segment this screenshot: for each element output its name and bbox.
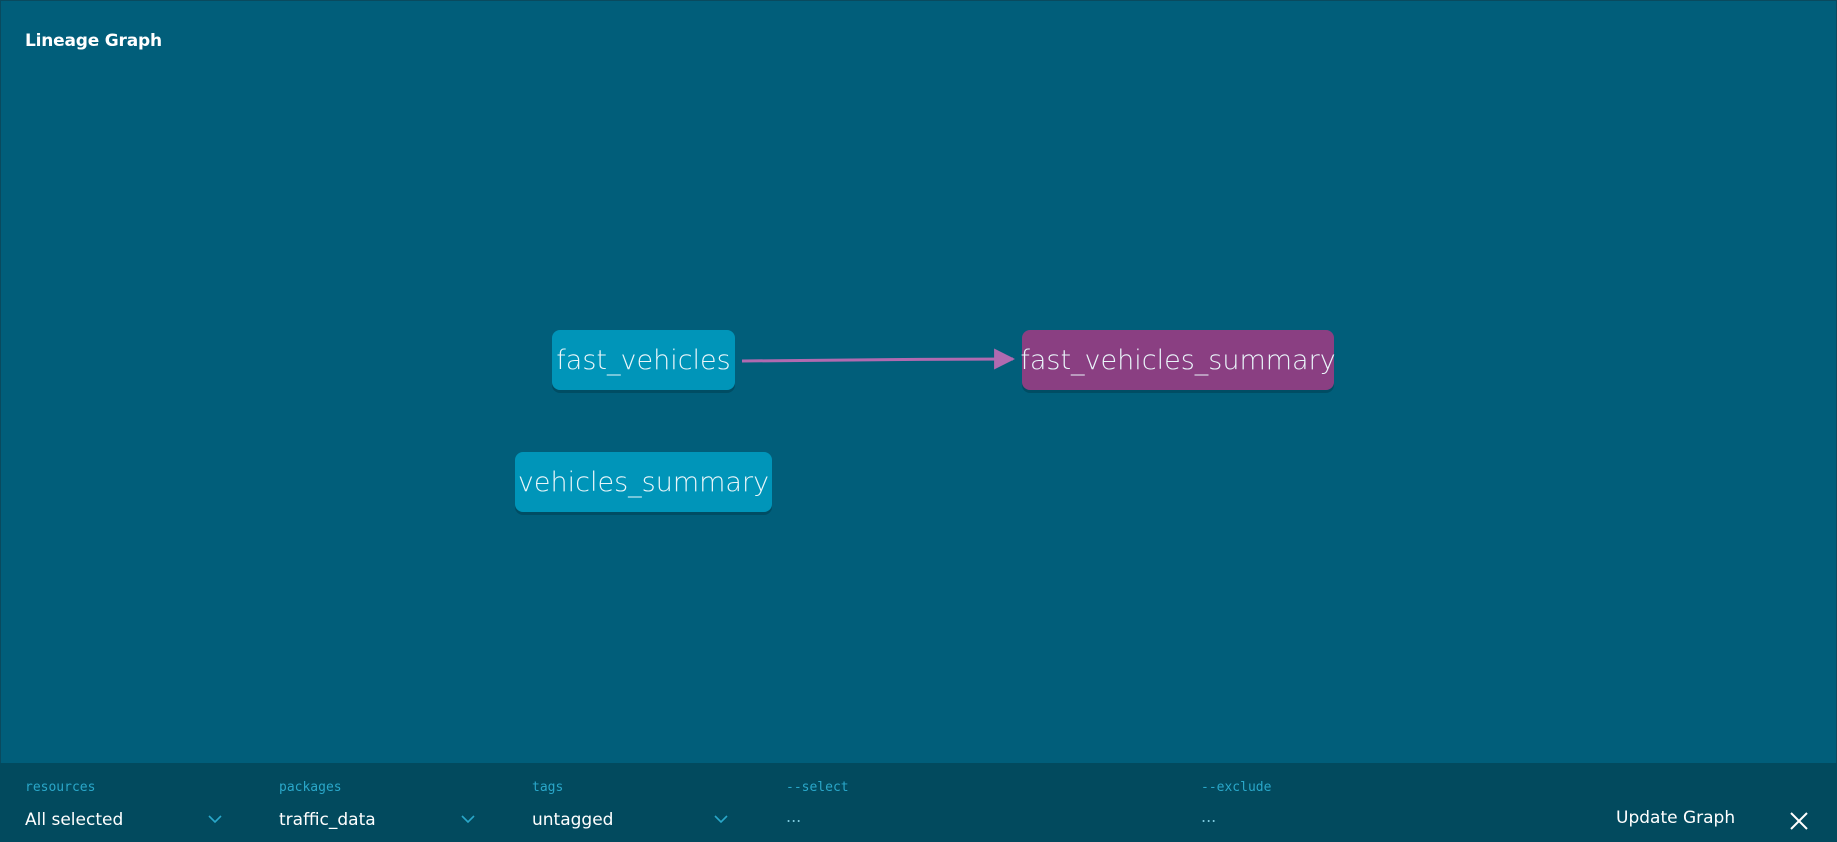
exclude-input[interactable]: --exclude ... bbox=[1201, 763, 1581, 842]
chevron-down-icon bbox=[208, 815, 222, 824]
graph-filter-toolbar: resources All selected packages traffic_… bbox=[0, 763, 1837, 842]
tags-label: tags bbox=[532, 780, 564, 795]
graph-canvas[interactable]: fast_vehicles vehicles_summary fast_vehi… bbox=[1, 1, 1837, 763]
graph-node-vehicles-summary[interactable]: vehicles_summary bbox=[515, 452, 772, 512]
select-label: --select bbox=[786, 780, 849, 795]
select-input[interactable]: --select ... bbox=[786, 763, 1166, 842]
resources-label: resources bbox=[25, 780, 96, 795]
lineage-panel: Lineage Graph fast_vehicles vehicles_sum… bbox=[0, 0, 1837, 842]
close-icon[interactable] bbox=[1788, 810, 1810, 832]
chevron-down-icon bbox=[461, 815, 475, 824]
graph-edges bbox=[741, 348, 1016, 370]
resources-value: All selected bbox=[25, 810, 124, 830]
chevron-down-icon bbox=[714, 815, 728, 824]
packages-label: packages bbox=[279, 780, 342, 795]
edge-fast-vehicles-to-fast-vehicles-summary bbox=[741, 348, 1016, 370]
tags-value: untagged bbox=[532, 810, 614, 830]
update-graph-button[interactable]: Update Graph bbox=[1616, 808, 1735, 828]
tags-dropdown[interactable]: tags untagged bbox=[532, 763, 732, 842]
packages-dropdown[interactable]: packages traffic_data bbox=[279, 763, 479, 842]
exclude-placeholder: ... bbox=[1201, 807, 1217, 826]
graph-node-fast-vehicles[interactable]: fast_vehicles bbox=[552, 330, 735, 390]
exclude-label: --exclude bbox=[1201, 780, 1272, 795]
select-placeholder: ... bbox=[786, 807, 802, 826]
resources-dropdown[interactable]: resources All selected bbox=[25, 763, 225, 842]
packages-value: traffic_data bbox=[279, 810, 376, 830]
graph-node-fast-vehicles-summary[interactable]: fast_vehicles_summary bbox=[1020, 330, 1336, 390]
